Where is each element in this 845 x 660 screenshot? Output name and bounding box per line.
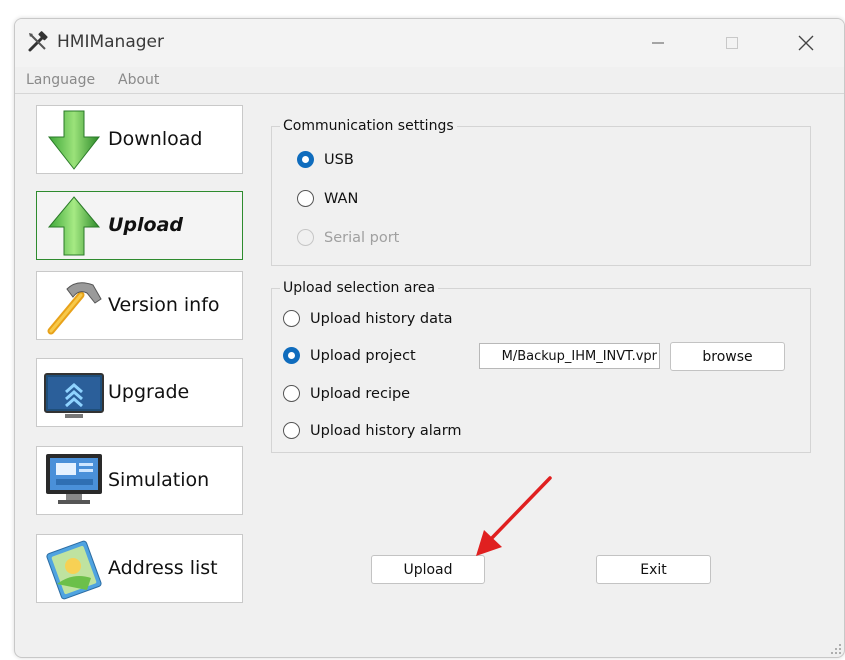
upload-selection-title: Upload selection area [280,280,439,296]
upload-arrow-icon [47,196,101,256]
minimize-icon [652,42,664,44]
menu-language[interactable]: Language [26,72,95,88]
nav-upgrade-label: Upgrade [108,381,190,403]
address-book-icon [46,540,102,600]
radio-serial-port: Serial port [297,229,399,246]
radio-upload-recipe-label: Upload recipe [310,385,411,402]
radio-wan[interactable]: WAN [297,190,358,207]
radio-upload-project-label: Upload project [310,347,416,364]
nav-version-info-label: Version info [108,294,220,316]
radio-upload-history-data-label: Upload history data [310,310,453,327]
radio-upload-history-alarm[interactable]: Upload history alarm [283,422,462,439]
radio-wan-indicator [297,190,314,207]
radio-upload-recipe[interactable]: Upload recipe [283,385,410,402]
nav-address-list-label: Address list [108,557,218,579]
communication-settings-title: Communication settings [280,118,457,134]
radio-upload-history-data-indicator [283,310,300,327]
radio-usb[interactable]: USB [297,151,354,168]
nav-upload-label: Upload [108,214,184,236]
simulation-monitor-icon [46,454,102,504]
radio-serial-port-label: Serial port [324,229,400,246]
nav-simulation-button[interactable]: Simulation [36,446,243,515]
radio-upload-project[interactable]: Upload project [283,347,416,364]
resize-grip-icon[interactable] [828,641,842,655]
window-title: HMIManager [57,32,164,52]
radio-usb-label: USB [324,151,354,168]
close-button[interactable] [783,29,829,57]
radio-upload-history-data[interactable]: Upload history data [283,310,453,327]
exit-button[interactable]: Exit [596,555,711,584]
nav-upload-button[interactable]: Upload [36,191,243,260]
radio-wan-label: WAN [324,190,359,207]
hmimanager-window: HMIManager Language About Download Uploa… [14,18,845,658]
nav-upgrade-button[interactable]: Upgrade [36,358,243,427]
hammer-screwdriver-icon [28,31,48,52]
radio-upload-project-indicator [283,347,300,364]
project-path-input[interactable] [479,343,660,369]
maximize-button[interactable] [709,29,755,57]
radio-upload-recipe-indicator [283,385,300,402]
hammer-icon [47,282,102,335]
close-icon [798,35,814,51]
menu-bar: Language About [15,69,844,94]
annotation-arrow-icon [476,476,552,556]
radio-serial-port-indicator [297,229,314,246]
radio-usb-indicator [297,151,314,168]
upgrade-monitor-icon [44,373,104,418]
minimize-button[interactable] [635,29,681,57]
radio-upload-history-alarm-label: Upload history alarm [310,422,462,439]
nav-download-button[interactable]: Download [36,105,243,174]
menu-about[interactable]: About [118,72,159,88]
title-bar: HMIManager [15,19,844,67]
maximize-icon [726,37,738,49]
download-arrow-icon [47,110,101,170]
browse-button[interactable]: browse [670,342,785,371]
radio-upload-history-alarm-indicator [283,422,300,439]
upload-button[interactable]: Upload [371,555,485,584]
nav-download-label: Download [108,128,203,150]
nav-address-list-button[interactable]: Address list [36,534,243,603]
nav-version-info-button[interactable]: Version info [36,271,243,340]
nav-simulation-label: Simulation [108,469,210,491]
